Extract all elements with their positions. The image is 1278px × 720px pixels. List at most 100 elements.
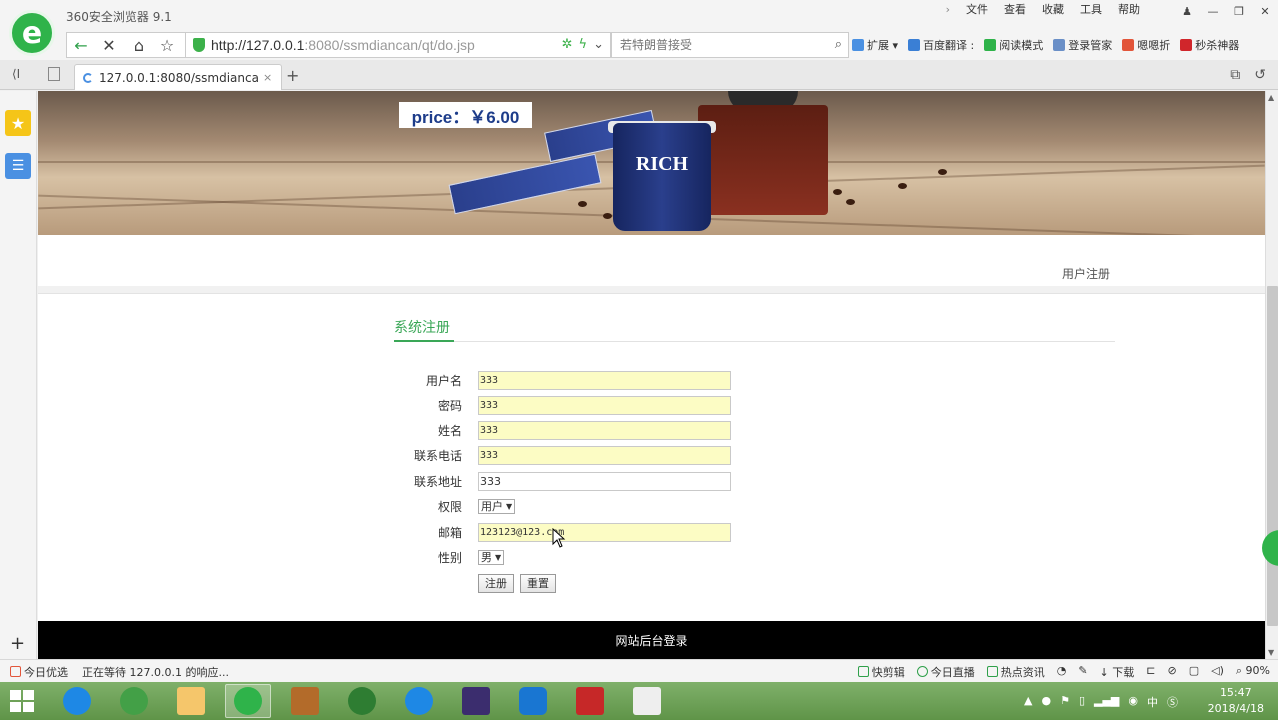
refresh-icon[interactable]: ✲	[562, 37, 573, 52]
start-button[interactable]	[10, 690, 34, 712]
chevron-right-icon[interactable]: ›	[938, 3, 958, 17]
back-icon[interactable]: ←	[68, 34, 94, 56]
url-field[interactable]: http://127.0.0.1:8080/ssmdiancan/qt/do.j…	[186, 32, 611, 58]
search-input[interactable]	[620, 38, 820, 52]
daily-picks-button[interactable]: 今日优选	[10, 664, 68, 680]
address-input[interactable]	[478, 471, 731, 491]
admin-login-bar[interactable]: 网站后台登录	[38, 621, 1265, 659]
admin-login-link[interactable]: 网站后台登录	[615, 632, 687, 649]
book-app-icon[interactable]	[282, 684, 328, 718]
screenshot-icon[interactable]: ⊏	[1146, 664, 1155, 680]
list-icon[interactable]: ☰	[5, 153, 31, 179]
ime-indicator[interactable]: 中	[1147, 694, 1158, 710]
coffee-bean	[846, 199, 855, 205]
clock-time: 15:47	[1219, 686, 1252, 699]
ide-icon[interactable]	[453, 684, 499, 718]
new-tab-icon[interactable]: +	[286, 66, 299, 85]
tab-close-icon[interactable]: ×	[263, 71, 272, 84]
home-icon[interactable]: ⌂	[126, 34, 152, 56]
hot-news-button[interactable]: 热点资讯	[986, 664, 1045, 680]
menu-tools[interactable]: 工具	[1072, 3, 1110, 17]
chevron-down-icon[interactable]: ⌄	[593, 37, 604, 52]
reset-button[interactable]: 重置	[520, 573, 556, 593]
battery-icon[interactable]: ▯	[1079, 694, 1085, 710]
menu-favorites[interactable]: 收藏	[1034, 3, 1072, 17]
u-app-icon[interactable]	[510, 684, 556, 718]
add-icon[interactable]: +	[10, 633, 25, 654]
java-icon[interactable]	[624, 684, 670, 718]
flag-icon[interactable]: ⚑	[1060, 694, 1070, 710]
scroll-thumb[interactable]	[1267, 286, 1278, 626]
user-register-link[interactable]: 用户注册	[1062, 265, 1110, 282]
notebook-app-icon[interactable]	[567, 684, 613, 718]
username-input[interactable]	[478, 370, 731, 390]
menu-help[interactable]: 帮助	[1110, 3, 1148, 17]
role-select-value: 用户	[481, 500, 503, 513]
paw-app-icon[interactable]	[339, 684, 385, 718]
web-page: RICH price：￥6.00 用户注册 系统注册 用户名 密码 姓名 联系电…	[38, 91, 1265, 659]
favorites-star-icon[interactable]: ★	[5, 110, 31, 136]
search-icon[interactable]: ⌕	[835, 37, 842, 52]
restore-button[interactable]: ❐	[1226, 0, 1252, 22]
zoom-level[interactable]: ⌕ 90%	[1236, 664, 1270, 680]
live-button[interactable]: 今日直播	[916, 664, 975, 680]
green-app-icon[interactable]	[111, 684, 157, 718]
register-button[interactable]: 注册	[478, 573, 514, 593]
menu-file[interactable]: 文件	[958, 3, 996, 17]
role-select[interactable]: 用户 ▼	[478, 498, 516, 514]
page-scrollbar[interactable]: ▲ ▼	[1265, 91, 1278, 659]
email-input[interactable]	[478, 522, 731, 542]
baidu-translate-button[interactable]: 百度翻译 :	[908, 37, 974, 53]
window-icon[interactable]: ▢	[1189, 664, 1199, 680]
lightning-icon[interactable]: ϟ	[579, 37, 588, 52]
clock[interactable]: 15:47 2018/4/18	[1208, 685, 1264, 717]
gender-select-value: 男	[481, 551, 492, 564]
speed-icon[interactable]: ◔	[1057, 664, 1067, 680]
tab-bar: ⟨I 127.0.0.1:8080/ssmdiancan/qt × + ⧉ ↺	[0, 60, 1278, 90]
search-box[interactable]: ⌕	[611, 32, 849, 58]
tab-active[interactable]: 127.0.0.1:8080/ssmdiancan/qt ×	[74, 64, 282, 90]
security-tray-icon[interactable]: Ⓢ	[1167, 694, 1178, 710]
realname-input[interactable]	[478, 420, 731, 440]
browser-switch-icon[interactable]: ⊘	[1167, 664, 1176, 680]
minimize-button[interactable]: —	[1200, 0, 1226, 22]
browser-360-icon[interactable]	[225, 684, 271, 718]
folder-icon[interactable]	[168, 684, 214, 718]
download-button[interactable]: ↓ 下载	[1100, 664, 1135, 680]
scroll-up-icon[interactable]: ▲	[1268, 93, 1274, 102]
coffee-bean	[898, 183, 907, 189]
url-text[interactable]: http://127.0.0.1:8080/ssmdiancan/qt/do.j…	[211, 37, 475, 53]
form-row-actions: 注册 重置	[378, 573, 562, 593]
tray-app-icon[interactable]: ●	[1041, 694, 1051, 710]
qq-icon[interactable]: ◉	[1128, 694, 1138, 710]
sidebar-toggle-icon[interactable]: ⟨I	[12, 67, 20, 81]
stop-icon[interactable]: ✕	[96, 34, 122, 56]
password-input[interactable]	[478, 395, 731, 415]
gender-label: 性别	[437, 550, 462, 565]
section-title: 系统注册	[394, 320, 450, 336]
address-label: 联系地址	[413, 474, 462, 489]
star-icon[interactable]: ☆	[154, 34, 180, 56]
scroll-down-icon[interactable]: ▼	[1268, 648, 1274, 657]
extensions-button[interactable]: 扩展 ▾	[852, 37, 898, 53]
sound-icon[interactable]: ◁)	[1211, 664, 1224, 680]
gender-select[interactable]: 男 ▼	[478, 549, 505, 565]
network-icon[interactable]: ▂▄▆	[1094, 694, 1119, 710]
quick-cut-button[interactable]: 快剪辑	[857, 664, 905, 680]
undo-close-icon[interactable]: ↺	[1254, 67, 1266, 83]
pin-icon[interactable]: ♟	[1174, 0, 1200, 22]
ie-icon[interactable]	[54, 684, 100, 718]
restore-tabs-icon[interactable]: ⧉	[1230, 67, 1240, 83]
ie-icon-2[interactable]	[396, 684, 442, 718]
menu-view[interactable]: 查看	[996, 3, 1034, 17]
pin-tool-icon[interactable]: ✎	[1078, 664, 1087, 680]
phone-label: 联系电话	[413, 448, 462, 463]
tray-expand-icon[interactable]: ▲	[1024, 694, 1032, 710]
flash-sale-button[interactable]: 秒杀神器	[1180, 37, 1239, 53]
reading-mode-button[interactable]: 阅读模式	[984, 37, 1043, 53]
phone-input[interactable]	[478, 445, 731, 465]
login-manager-button[interactable]: 登录管家	[1053, 37, 1112, 53]
close-button[interactable]: ✕	[1252, 0, 1278, 22]
page-icon[interactable]	[48, 67, 60, 81]
discount-button[interactable]: 嗯嗯折	[1122, 37, 1170, 53]
